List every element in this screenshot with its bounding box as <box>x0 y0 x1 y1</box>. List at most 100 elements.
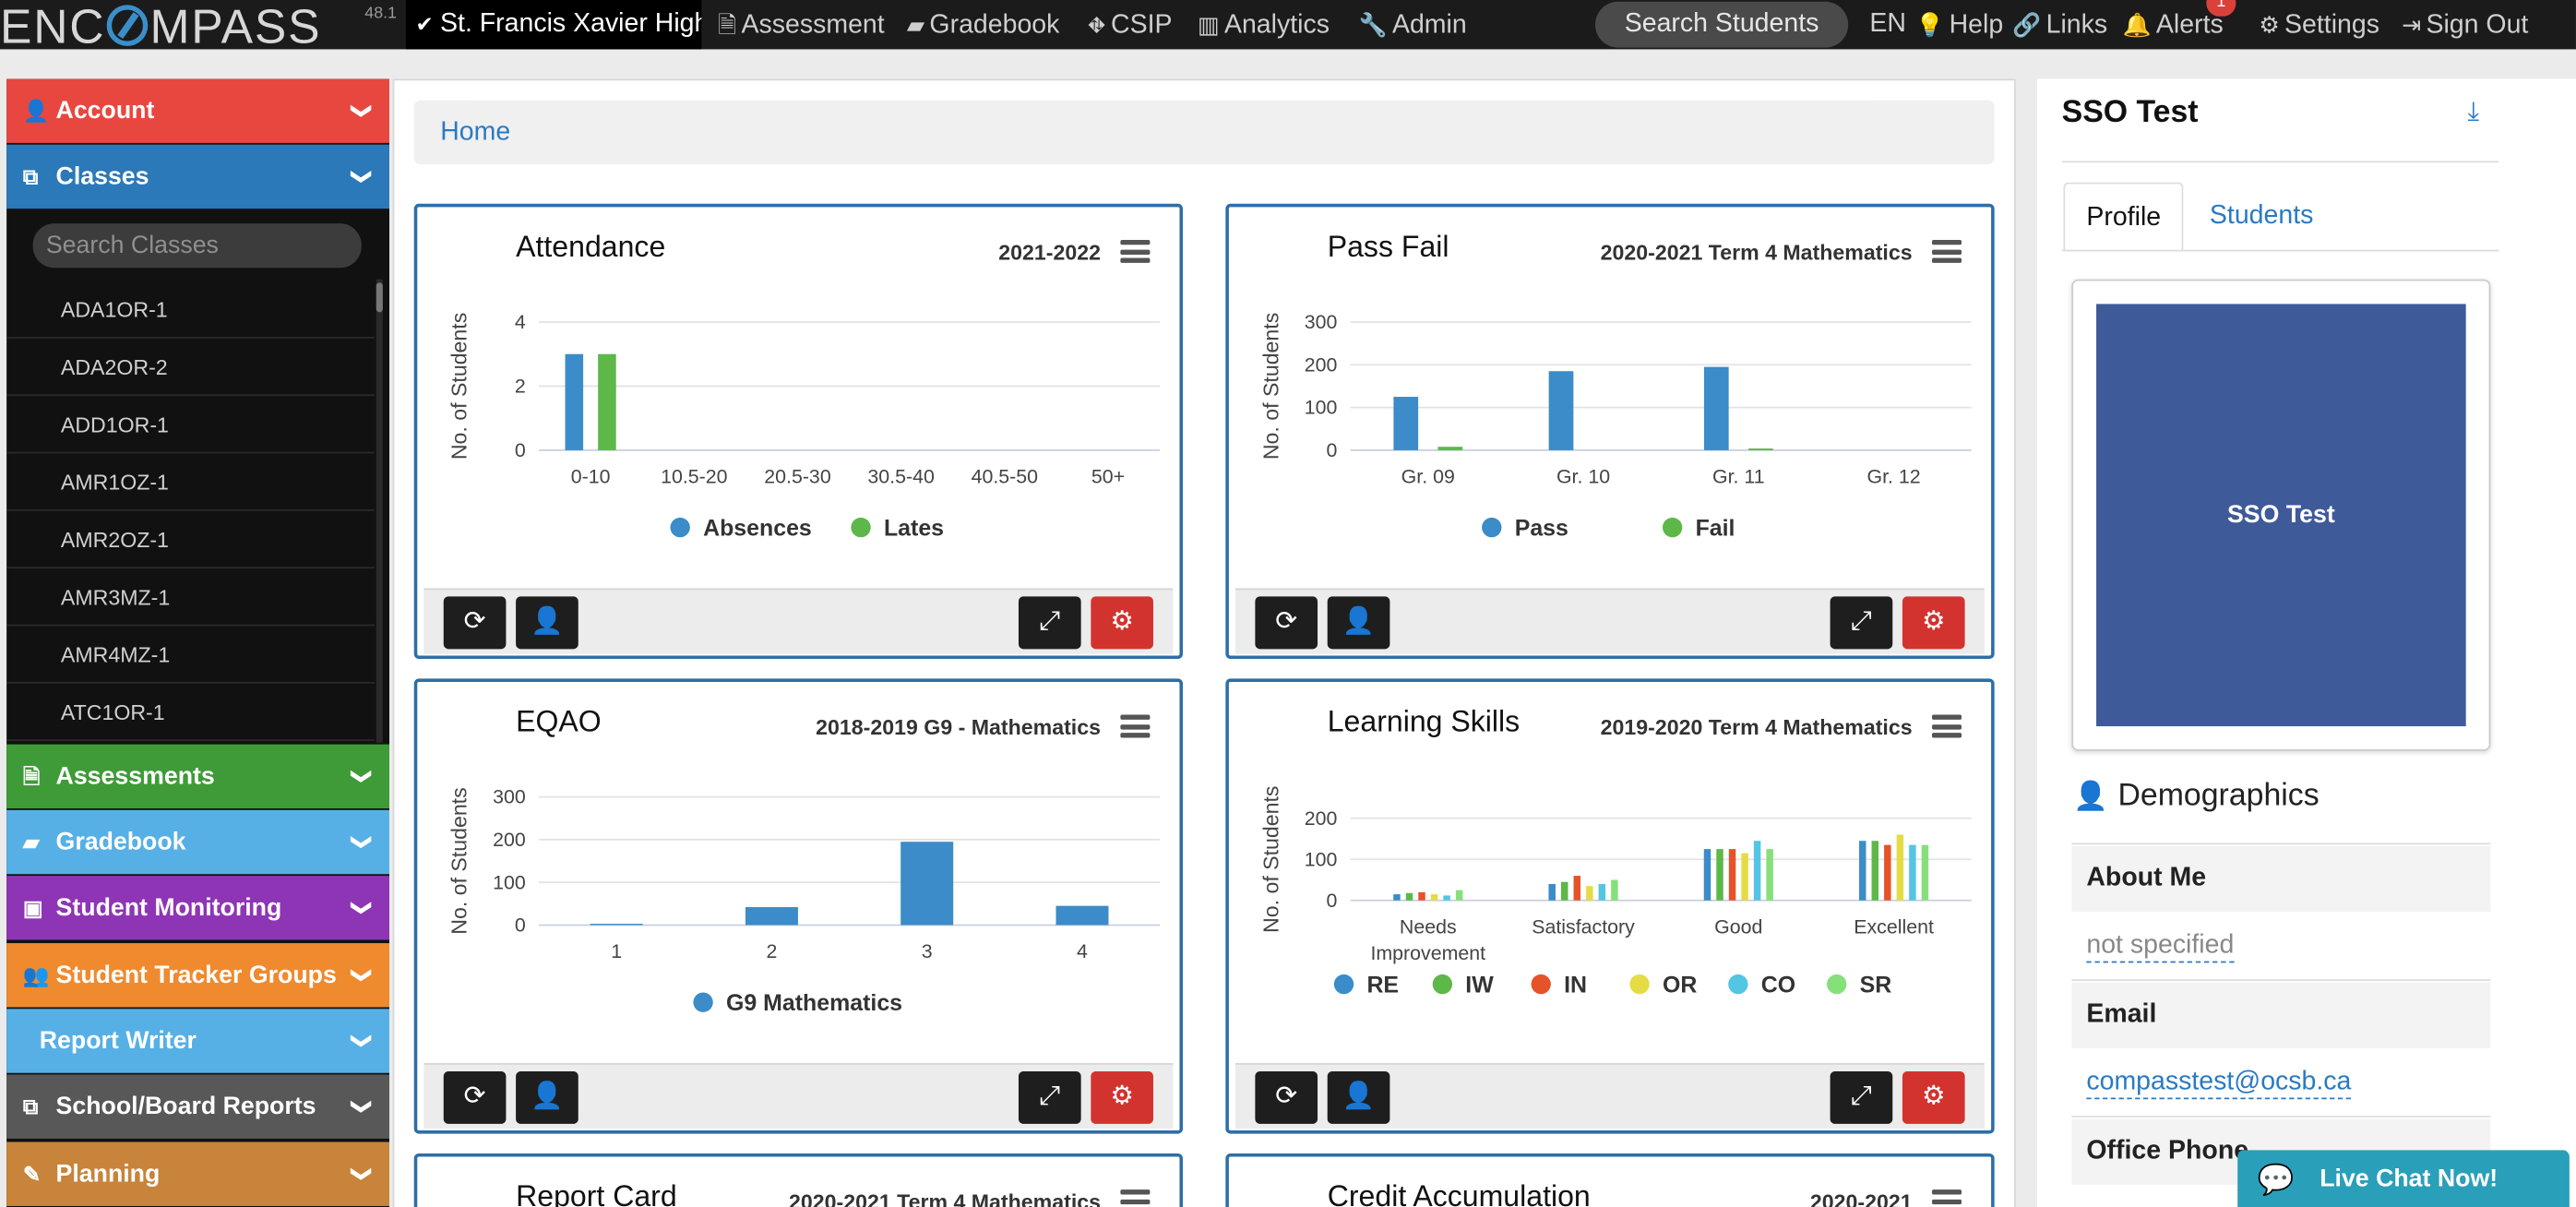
refresh-icon[interactable]: ⟳ <box>443 596 507 650</box>
x-tick-label: Satisfactory <box>1532 915 1635 938</box>
wrench-icon: 🔧 <box>1358 11 1388 38</box>
bar-g9-mathematics <box>590 924 643 926</box>
monitor-icon: ▣ <box>22 895 43 921</box>
chevron-down-icon: ❯ <box>351 1098 375 1116</box>
user-icon[interactable]: 👤 <box>1327 596 1390 650</box>
sidebar-section-4[interactable]: ▣ Student Monitoring ❯ <box>6 876 390 940</box>
refresh-icon[interactable]: ⟳ <box>1255 596 1318 650</box>
legend-swatch <box>1482 517 1502 538</box>
divider <box>2071 1116 2491 1117</box>
search-students-button[interactable]: Search Students <box>1594 1 1849 48</box>
school-selector[interactable]: ✔ St. Francis Xavier High <box>405 0 702 50</box>
user-icon[interactable]: 👤 <box>516 1070 578 1124</box>
class-item[interactable]: AMR2OZ-1 <box>6 511 375 569</box>
legend-label: G9 Mathematics <box>726 990 902 1016</box>
class-list-scrollthumb[interactable] <box>376 282 383 313</box>
widget-chart: 0 100 200 No. of Students Needs Improvement Sa… <box>1258 786 1972 998</box>
user-icon[interactable]: 👤 <box>516 596 578 650</box>
class-item[interactable]: ADA1OR-1 <box>6 281 375 339</box>
sidebar-section-7[interactable]: ⧉ School/Board Reports ❯ <box>6 1074 390 1139</box>
y-axis-title: No. of Students <box>447 313 471 460</box>
email-value[interactable]: compasstest@ocsb.ca <box>2086 1068 2352 1100</box>
gear-icon[interactable]: ⚙ <box>1091 596 1153 650</box>
nav-admin[interactable]: 🔧 Admin <box>1359 0 1467 49</box>
legend-label: IW <box>1465 972 1494 998</box>
hamburger-menu-icon[interactable] <box>1931 239 1962 263</box>
about-me-value[interactable]: not specified <box>2086 932 2235 963</box>
nav-csip-label: CSIP <box>1111 11 1173 40</box>
user-icon: 👤 <box>22 98 50 124</box>
class-item[interactable]: ATC1OR-1 <box>6 684 375 742</box>
sidebar-section-0[interactable]: 👤 Account ❯ <box>6 78 390 143</box>
bar-sr <box>1766 849 1773 901</box>
sidebar-section-3[interactable]: ▰ Gradebook ❯ <box>6 809 390 875</box>
nav-help[interactable]: 💡 Help <box>1915 0 2003 49</box>
check-circle-icon: ✔ <box>415 11 434 37</box>
hamburger-menu-icon[interactable] <box>1931 1189 1962 1207</box>
legend-label: IN <box>1564 972 1587 998</box>
language-selector[interactable]: EN <box>1869 0 1906 49</box>
widget-subtitle: 2018-2019 G9 - Mathematics <box>816 714 1102 740</box>
bar-g9-mathematics <box>1055 905 1109 926</box>
sidebar-section-8[interactable]: ✎ Planning ❯ <box>6 1141 390 1206</box>
tab-profile[interactable]: Profile <box>2063 182 2185 252</box>
expand-icon[interactable]: ⤢ <box>1830 596 1893 650</box>
nav-gradebook[interactable]: ▰ Gradebook <box>907 0 1060 49</box>
nav-signout[interactable]: ⇥ Sign Out <box>2402 0 2528 49</box>
nav-csip[interactable]: ⛖ CSIP <box>1088 0 1173 49</box>
bar-pass <box>1548 371 1574 450</box>
download-icon[interactable]: ⤓ <box>2467 99 2479 128</box>
class-item[interactable]: ADD1OR-1 <box>6 396 375 454</box>
encompass-logo[interactable]: ENC MPASS 48.1 <box>0 0 402 54</box>
legend-swatch <box>693 992 713 1012</box>
compass-icon <box>107 5 149 46</box>
refresh-icon[interactable]: ⟳ <box>443 1070 507 1124</box>
hamburger-menu-icon[interactable] <box>1120 239 1151 263</box>
widget-title: Learning Skills <box>1327 704 1521 738</box>
nav-links[interactable]: 🔗 Links <box>2012 0 2107 49</box>
legend-label: CO <box>1761 972 1795 998</box>
expand-icon[interactable]: ⤢ <box>1830 1070 1893 1124</box>
sidebar-section-5[interactable]: 👥 Student Tracker Groups ❯ <box>6 943 390 1008</box>
tab-students[interactable]: Students <box>2188 183 2335 252</box>
bar-in <box>1884 844 1891 901</box>
expand-icon[interactable]: ⤢ <box>1018 596 1081 650</box>
nav-assessment[interactable]: 🗎 Assessment <box>718 0 885 49</box>
expand-icon[interactable]: ⤢ <box>1018 1070 1081 1124</box>
bar-fail <box>1437 447 1463 450</box>
class-item[interactable]: AMR1OZ-1 <box>6 453 375 511</box>
sidebar-section-2[interactable]: 🗎 Assessments ❯ <box>6 744 390 809</box>
sidebar-section-6[interactable]: Report Writer ❯ <box>6 1009 390 1073</box>
search-classes-input[interactable]: Search Classes <box>32 223 362 269</box>
widget-toolbar: ⟳ 👤 ⤢ ⚙ <box>1235 1063 1985 1129</box>
live-chat-button[interactable]: 💬 Live Chat Now! <box>2237 1150 2570 1207</box>
link-icon: 🔗 <box>2012 11 2042 38</box>
sidebar-section-1[interactable]: ⧉ Classes ❯ <box>6 144 390 209</box>
refresh-icon[interactable]: ⟳ <box>1255 1070 1318 1124</box>
nav-settings[interactable]: ⚙ Settings <box>2259 0 2379 49</box>
widget-learning-skills: Learning Skills 2019-2020 Term 4 Mathemat… <box>1225 678 1995 1134</box>
hamburger-menu-icon[interactable] <box>1931 714 1962 738</box>
group-icon: 👥 <box>22 962 50 988</box>
hamburger-menu-icon[interactable] <box>1120 714 1151 738</box>
nav-analytics[interactable]: ▥ Analytics <box>1198 0 1330 49</box>
widget-title: Attendance <box>516 230 666 263</box>
widget-chart: 0 100 200 300 No. of Students Gr. 09 Gr. 10 Gr.… <box>1258 311 1972 541</box>
class-list-scrollbar[interactable] <box>376 279 383 743</box>
gear-icon[interactable]: ⚙ <box>1902 1070 1965 1124</box>
hamburger-menu-icon[interactable] <box>1120 1189 1151 1207</box>
gear-icon[interactable]: ⚙ <box>1091 1070 1153 1124</box>
document-icon: 🗎 <box>22 763 41 789</box>
breadcrumb-home-link[interactable]: Home <box>440 118 510 146</box>
gear-icon[interactable]: ⚙ <box>1902 596 1965 650</box>
class-item[interactable]: AMR4MZ-1 <box>6 626 375 684</box>
class-item[interactable]: ADA2OR-2 <box>6 339 375 397</box>
user-icon[interactable]: 👤 <box>1327 1070 1390 1124</box>
x-tick-label: Gr. 09 <box>1401 465 1455 487</box>
legend-swatch <box>851 517 871 538</box>
class-item[interactable]: AMR3MZ-1 <box>6 568 375 627</box>
chevron-down-icon: ❯ <box>351 1033 375 1049</box>
logo-text-left: ENC <box>0 1 106 54</box>
nav-links-label: Links <box>2045 11 2108 40</box>
copy-icon: ⧉ <box>22 164 39 189</box>
